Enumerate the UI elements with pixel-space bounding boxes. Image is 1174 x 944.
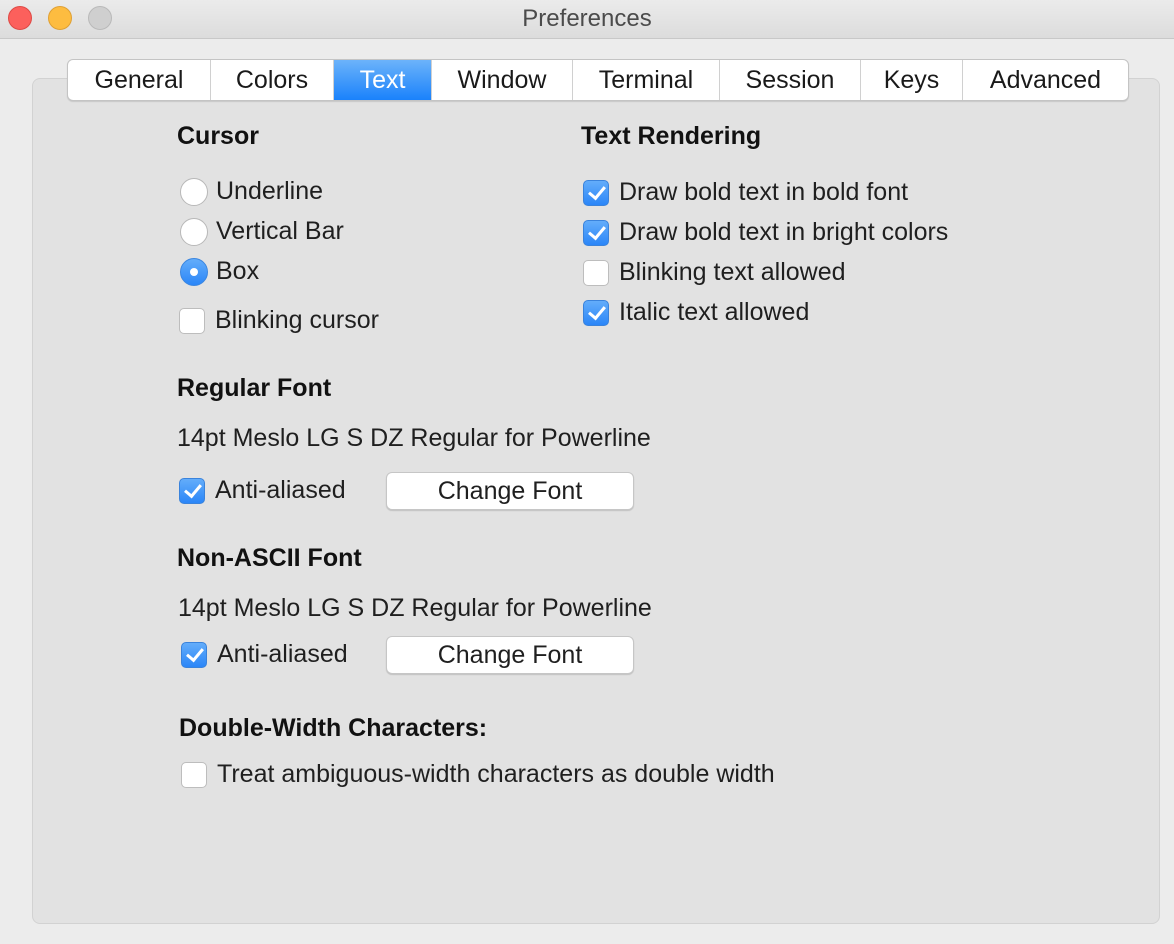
blinking-text-option[interactable]: Blinking text allowed <box>583 258 846 287</box>
tab-bar: General Colors Text Window Terminal Sess… <box>67 59 1129 101</box>
bold-font-option[interactable]: Draw bold text in bold font <box>583 178 908 207</box>
non-ascii-change-font-button[interactable]: Change Font <box>386 636 634 674</box>
double-width-option[interactable]: Treat ambiguous-width characters as doub… <box>181 760 775 789</box>
double-width-checkbox[interactable] <box>181 761 207 788</box>
cursor-box-label: Box <box>216 257 260 285</box>
italic-text-checkbox[interactable] <box>583 299 609 326</box>
blinking-text-checkbox[interactable] <box>583 259 609 286</box>
italic-text-option[interactable]: Italic text allowed <box>583 298 809 327</box>
regular-font-heading: Regular Font <box>177 374 332 402</box>
regular-antialiased-label: Anti-aliased <box>215 476 346 504</box>
cursor-vertical-bar-label: Vertical Bar <box>216 217 344 245</box>
non-ascii-antialiased-option[interactable]: Anti-aliased <box>181 640 348 669</box>
cursor-box-radio[interactable] <box>180 257 208 286</box>
text-rendering-heading: Text Rendering <box>581 122 762 150</box>
blinking-cursor-checkbox[interactable] <box>179 307 205 334</box>
regular-change-font-button[interactable]: Change Font <box>386 472 634 510</box>
tab-general[interactable]: General <box>68 60 211 100</box>
cursor-underline-option[interactable]: Underline <box>180 177 323 206</box>
non-ascii-font-heading: Non-ASCII Font <box>177 544 362 572</box>
bold-font-label: Draw bold text in bold font <box>619 178 909 206</box>
window-title: Preferences <box>522 5 652 32</box>
tab-advanced[interactable]: Advanced <box>963 60 1128 100</box>
cursor-underline-radio[interactable] <box>180 177 208 206</box>
regular-font-description: 14pt Meslo LG S DZ Regular for Powerline <box>177 424 651 452</box>
blinking-text-label: Blinking text allowed <box>619 258 846 286</box>
tab-text[interactable]: Text <box>334 60 432 100</box>
bright-colors-option[interactable]: Draw bold text in bright colors <box>583 218 948 247</box>
non-ascii-antialiased-label: Anti-aliased <box>217 640 348 668</box>
tab-terminal[interactable]: Terminal <box>573 60 720 100</box>
tab-session[interactable]: Session <box>720 60 861 100</box>
tab-keys[interactable]: Keys <box>861 60 963 100</box>
blinking-cursor-option[interactable]: Blinking cursor <box>179 306 379 335</box>
cursor-vertical-bar-option[interactable]: Vertical Bar <box>180 217 344 246</box>
bright-colors-checkbox[interactable] <box>583 219 609 246</box>
title-bar: Preferences <box>0 0 1174 39</box>
non-ascii-antialiased-checkbox[interactable] <box>181 641 207 668</box>
blinking-cursor-label: Blinking cursor <box>215 306 379 334</box>
bright-colors-label: Draw bold text in bright colors <box>619 218 949 246</box>
regular-antialiased-checkbox[interactable] <box>179 477 205 504</box>
tab-window[interactable]: Window <box>432 60 573 100</box>
tab-colors[interactable]: Colors <box>211 60 334 100</box>
cursor-underline-label: Underline <box>216 177 324 205</box>
italic-text-label: Italic text allowed <box>619 298 810 326</box>
cursor-vertical-bar-radio[interactable] <box>180 217 208 246</box>
non-ascii-font-description: 14pt Meslo LG S DZ Regular for Powerline <box>178 594 652 622</box>
bold-font-checkbox[interactable] <box>583 179 609 206</box>
cursor-box-option[interactable]: Box <box>180 257 259 286</box>
cursor-heading: Cursor <box>177 122 259 150</box>
regular-antialiased-option[interactable]: Anti-aliased <box>179 476 346 505</box>
double-width-heading: Double-Width Characters: <box>179 714 488 742</box>
double-width-label: Treat ambiguous-width characters as doub… <box>217 760 775 788</box>
